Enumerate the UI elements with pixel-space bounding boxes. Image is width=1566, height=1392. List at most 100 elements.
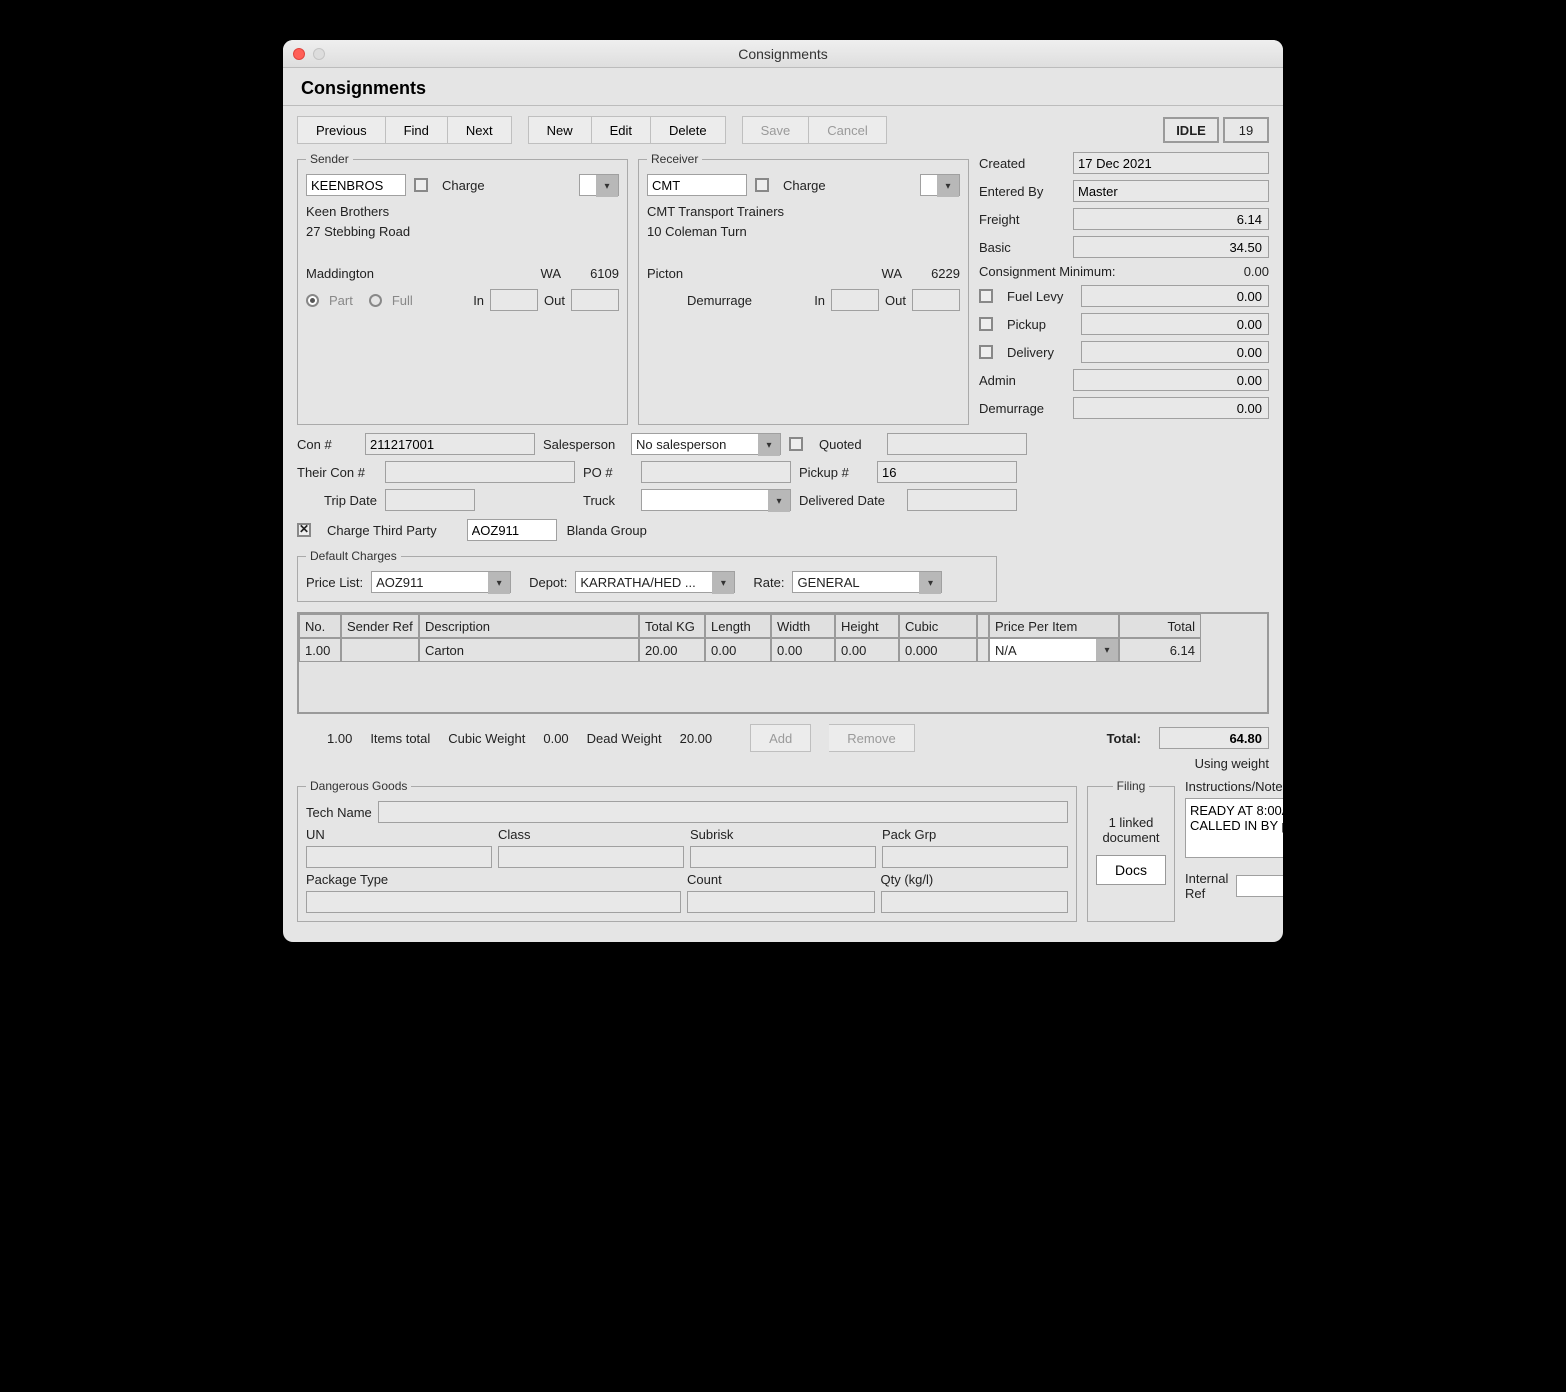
- next-button[interactable]: Next: [448, 116, 512, 144]
- qty-input[interactable]: [881, 891, 1069, 913]
- rate-select[interactable]: GENERAL▾: [792, 571, 942, 593]
- receiver-charge-checkbox[interactable]: [755, 178, 769, 192]
- cell-ppi[interactable]: N/A▾: [989, 638, 1119, 662]
- cell-desc: Carton: [419, 638, 639, 662]
- class-input[interactable]: [498, 846, 684, 868]
- pickup-checkbox[interactable]: [979, 317, 993, 331]
- con-input[interactable]: [365, 433, 535, 455]
- internal-ref-input[interactable]: [1236, 875, 1283, 897]
- sender-postcode: 6109: [569, 266, 619, 281]
- receiver-panel: Receiver Charge ▾ CMT Transport Trainers…: [638, 152, 969, 425]
- tech-name-input[interactable]: [378, 801, 1068, 823]
- receiver-dropdown[interactable]: ▾: [920, 174, 960, 196]
- class-label: Class: [498, 827, 684, 842]
- tech-name-label: Tech Name: [306, 805, 372, 820]
- delivered-input[interactable]: [907, 489, 1017, 511]
- sender-part-radio[interactable]: [306, 294, 319, 307]
- pack-label: Pack Grp: [882, 827, 1068, 842]
- edit-button[interactable]: Edit: [592, 116, 651, 144]
- pack-input[interactable]: [882, 846, 1068, 868]
- close-icon[interactable]: [293, 48, 305, 60]
- summary-row: 1.00 Items total Cubic Weight 0.00 Dead …: [297, 724, 1269, 752]
- new-button[interactable]: New: [528, 116, 592, 144]
- find-button[interactable]: Find: [386, 116, 448, 144]
- pkgtype-input[interactable]: [306, 891, 681, 913]
- th-desc: Description: [419, 614, 639, 638]
- minimize-icon: [313, 48, 325, 60]
- sender-out-label: Out: [544, 293, 565, 308]
- quoted-input[interactable]: [887, 433, 1027, 455]
- chevron-down-icon: ▾: [1104, 645, 1109, 656]
- save-button: Save: [742, 116, 810, 144]
- default-charges-panel: Default Charges Price List: AOZ911▾ Depo…: [297, 549, 997, 602]
- sender-name: Keen Brothers: [306, 202, 619, 222]
- receiver-charge-label: Charge: [783, 178, 826, 193]
- sender-charge-label: Charge: [442, 178, 485, 193]
- sender-charge-checkbox[interactable]: [414, 178, 428, 192]
- receiver-in-label: In: [814, 293, 825, 308]
- sender-in-input[interactable]: [490, 289, 538, 311]
- cell-spacer: [977, 638, 989, 662]
- table-row[interactable]: 1.00 Carton 20.00 0.00 0.00 0.00 0.000 N…: [299, 638, 1267, 662]
- sender-dropdown[interactable]: ▾: [579, 174, 619, 196]
- receiver-in-input[interactable]: [831, 289, 879, 311]
- count-input[interactable]: [687, 891, 875, 913]
- receiver-out-label: Out: [885, 293, 906, 308]
- basic-label: Basic: [979, 240, 1065, 255]
- theircon-input[interactable]: [385, 461, 575, 483]
- delivery-value: [1081, 341, 1269, 363]
- count-label: Count: [687, 872, 875, 887]
- cell-no: 1.00: [299, 638, 341, 662]
- truck-select[interactable]: ▾: [641, 489, 791, 511]
- subrisk-input[interactable]: [690, 846, 876, 868]
- po-input[interactable]: [641, 461, 791, 483]
- receiver-state: WA: [882, 266, 902, 281]
- subrisk-label: Subrisk: [690, 827, 876, 842]
- th-tot: Total: [1119, 614, 1201, 638]
- window-title: Consignments: [283, 46, 1283, 62]
- previous-button[interactable]: Previous: [297, 116, 386, 144]
- delivery-checkbox[interactable]: [979, 345, 993, 359]
- quoted-checkbox[interactable]: [789, 437, 803, 451]
- sender-full-radio[interactable]: [369, 294, 382, 307]
- sender-legend: Sender: [306, 152, 353, 166]
- dg-legend: Dangerous Goods: [306, 779, 411, 793]
- po-label: PO #: [583, 465, 633, 480]
- ctp-code-input[interactable]: [467, 519, 557, 541]
- using-weight-label: Using weight: [297, 756, 1269, 771]
- truck-label: Truck: [583, 493, 633, 508]
- fuel-value: [1081, 285, 1269, 307]
- admin-value: [1073, 369, 1269, 391]
- fuel-checkbox[interactable]: [979, 289, 993, 303]
- sender-code-input[interactable]: [306, 174, 406, 196]
- th-spacer: [977, 614, 989, 638]
- dangerous-goods-panel: Dangerous Goods Tech Name UN Class Subri…: [297, 779, 1077, 922]
- depot-select[interactable]: KARRATHA/HED ...▾: [575, 571, 735, 593]
- sender-panel: Sender Charge ▾ Keen Brothers 27 Stebbin…: [297, 152, 628, 425]
- salesperson-select[interactable]: No salesperson▾: [631, 433, 781, 455]
- delivered-label: Delivered Date: [799, 493, 899, 508]
- delete-button[interactable]: Delete: [651, 116, 726, 144]
- ctp-name: Blanda Group: [567, 523, 647, 538]
- notes-textarea[interactable]: [1185, 798, 1283, 858]
- rate-label: Rate:: [753, 575, 784, 590]
- notes-label: Instructions/Notes:: [1185, 779, 1283, 794]
- ctp-label: Charge Third Party: [327, 523, 437, 538]
- receiver-out-input[interactable]: [912, 289, 960, 311]
- th-kg: Total KG: [639, 614, 705, 638]
- cell-len: 0.00: [705, 638, 771, 662]
- sender-out-input[interactable]: [571, 289, 619, 311]
- tripdate-input[interactable]: [385, 489, 475, 511]
- docs-button[interactable]: Docs: [1096, 855, 1166, 885]
- receiver-code-input[interactable]: [647, 174, 747, 196]
- theircon-label: Their Con #: [297, 465, 377, 480]
- freight-label: Freight: [979, 212, 1065, 227]
- un-input[interactable]: [306, 846, 492, 868]
- un-label: UN: [306, 827, 492, 842]
- charge-third-party-checkbox[interactable]: [297, 523, 311, 537]
- pickupnum-input[interactable]: [877, 461, 1017, 483]
- receiver-city: Picton: [647, 266, 874, 281]
- pkgtype-label: Package Type: [306, 872, 681, 887]
- dead-weight-value: 20.00: [680, 731, 713, 746]
- pricelist-select[interactable]: AOZ911▾: [371, 571, 511, 593]
